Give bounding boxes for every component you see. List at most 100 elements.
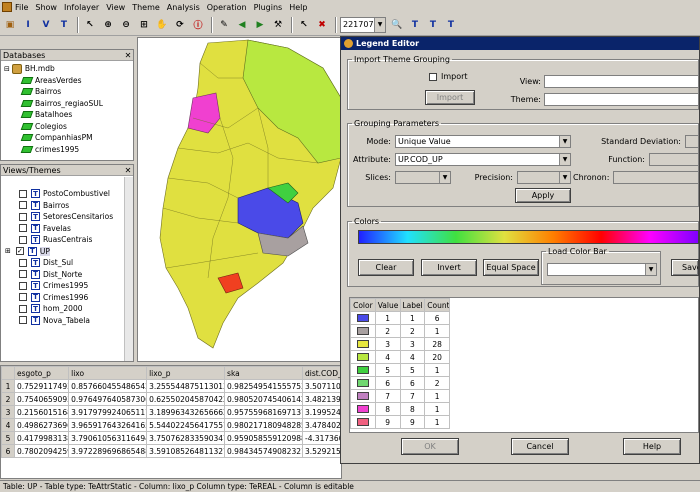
legend-value-cell[interactable]: 7	[374, 389, 401, 403]
tree-item-layer[interactable]: CompanhiasPM	[4, 132, 130, 144]
row-header[interactable]: 4	[1, 418, 15, 432]
legend-value-cell[interactable]: 8	[374, 402, 401, 416]
import-checkbox-row[interactable]: Import	[429, 72, 468, 81]
legend-column-header[interactable]: Color	[350, 298, 376, 312]
legend-color-cell[interactable]	[350, 376, 376, 390]
menu-infolayer[interactable]: Infolayer	[64, 3, 99, 12]
mode-select[interactable]: Unique Value ▼	[395, 135, 571, 148]
legend-count-cell[interactable]: 2	[424, 376, 450, 390]
legend-count-cell[interactable]: 1	[424, 324, 450, 338]
tree-item-root[interactable]: ⊟ BH.mdb	[4, 63, 130, 75]
function-field[interactable]	[649, 153, 699, 166]
table-row[interactable]: 5 0.4179983138 3.7906105631164945 3.7507628…	[1, 431, 341, 445]
legend-row[interactable]: 116	[350, 311, 450, 325]
table-cell[interactable]: 0.7529117493	[13, 379, 70, 393]
help-button[interactable]: Help	[623, 438, 681, 455]
legend-value-cell[interactable]: 6	[374, 376, 401, 390]
theme-checkbox[interactable]	[19, 293, 27, 302]
table-row[interactable]: 2 0.7540659093 0.976497640587306 0.62550204…	[1, 392, 341, 406]
tree-item-layer[interactable]: AreasVerdes	[4, 75, 130, 87]
theme-checkbox[interactable]	[19, 189, 27, 198]
view-field[interactable]	[544, 75, 699, 88]
table-cell[interactable]: 3.7906105631164945	[68, 431, 148, 445]
table-cell[interactable]: 0.976497640587306	[68, 392, 148, 406]
chevron-down-icon[interactable]: ▼	[374, 17, 385, 32]
legend-column-header[interactable]: Value	[374, 298, 401, 312]
zoom-area-icon[interactable]: ⊞	[136, 16, 152, 33]
legend-count-cell[interactable]: 1	[424, 402, 450, 416]
theme-item[interactable]: T Bairros	[19, 200, 130, 212]
theme-checkbox[interactable]	[19, 258, 27, 267]
menu-theme[interactable]: Theme	[132, 3, 160, 12]
import-button[interactable]: Import	[425, 90, 475, 105]
tree-item-layer[interactable]: Colegios	[4, 121, 130, 133]
select-icon[interactable]: ↖	[296, 16, 312, 33]
table-cell[interactable]: 0.7540659093	[13, 392, 70, 406]
table-cell[interactable]: 3.255544875113013	[146, 379, 226, 393]
tree-item-layer[interactable]: Bairros	[4, 86, 130, 98]
table-row[interactable]: 3 0.2156015168 3.917979924065117 3.18996343…	[1, 405, 341, 419]
zoom-out-icon[interactable]: ⊖	[118, 16, 134, 33]
theme-checkbox[interactable]	[19, 224, 27, 233]
table-cell[interactable]: 0.9805207454061425	[224, 392, 303, 406]
map-canvas[interactable]	[137, 37, 342, 362]
theme-field[interactable]	[544, 93, 699, 106]
legend-row[interactable]: 881	[350, 402, 450, 416]
invert-button[interactable]: Invert	[421, 259, 477, 276]
column-header[interactable]: esgoto_p	[13, 366, 70, 380]
legend-value-cell[interactable]: 3	[374, 337, 401, 351]
legend-row[interactable]: 4 4 20	[350, 350, 450, 364]
table-cell[interactable]: 3.4784029030760	[301, 418, 341, 432]
back-icon[interactable]: ◀	[234, 16, 250, 33]
legend-row[interactable]: 771	[350, 389, 450, 403]
row-header[interactable]: 5	[1, 431, 15, 445]
text-edit-icon[interactable]: T	[425, 16, 441, 33]
legend-value-cell[interactable]: 1	[374, 311, 401, 325]
legend-label-cell[interactable]: 1	[399, 311, 426, 325]
theme-checkbox[interactable]	[19, 235, 27, 244]
load-color-bar-select[interactable]: ▼	[547, 263, 657, 276]
legend-color-cell[interactable]	[350, 311, 376, 325]
color-swatch[interactable]	[356, 392, 369, 400]
close-icon[interactable]: ✕	[123, 166, 133, 175]
theme-checkbox[interactable]	[19, 316, 27, 325]
column-header[interactable]: ska	[224, 366, 303, 380]
table-cell[interactable]: 5.5440224564175571	[146, 418, 226, 432]
theme-checkbox[interactable]	[19, 281, 27, 290]
table-cell[interactable]: 0.4986273696	[13, 418, 70, 432]
color-swatch[interactable]	[356, 379, 369, 387]
legend-label-cell[interactable]: 7	[399, 389, 426, 403]
pointer-icon[interactable]: ↖	[82, 16, 98, 33]
legend-color-cell[interactable]	[350, 350, 376, 364]
legend-count-cell[interactable]: 1	[424, 363, 450, 377]
table-cell[interactable]: 0.857660455486542	[68, 379, 148, 393]
zoom-in-icon[interactable]: ⊕	[100, 16, 116, 33]
column-header[interactable]: lixo	[68, 366, 148, 380]
text-tool-icon[interactable]: T	[407, 16, 423, 33]
theme-checkbox[interactable]	[19, 270, 27, 279]
chevron-down-icon[interactable]: ▼	[559, 154, 570, 165]
table-cell[interactable]: 0.2156015168	[13, 405, 70, 419]
search-icon[interactable]: 🔍	[389, 16, 405, 33]
table-cell[interactable]: 0.9825495415557535	[224, 379, 303, 393]
theme-item[interactable]: T Dist_Norte	[19, 269, 130, 281]
color-swatch[interactable]	[356, 340, 369, 348]
table-cell[interactable]: 3.5910852648113270	[146, 444, 226, 458]
legend-value-cell[interactable]: 5	[374, 363, 401, 377]
attribute-select[interactable]: UP.COD_UP ▼	[395, 153, 571, 166]
legend-color-cell[interactable]	[350, 389, 376, 403]
chevron-down-icon[interactable]: ▼	[559, 172, 570, 183]
theme-checkbox[interactable]	[19, 212, 27, 221]
equal-space-button[interactable]: Equal Space	[483, 259, 539, 276]
chronon-field[interactable]	[613, 171, 699, 184]
menu-help[interactable]: Help	[289, 3, 307, 12]
tree-item-layer[interactable]: Batalhoes	[4, 109, 130, 121]
legend-color-cell[interactable]	[350, 402, 376, 416]
legend-label-cell[interactable]: 2	[399, 324, 426, 338]
legend-count-cell[interactable]: 28	[424, 337, 450, 351]
scale-combo[interactable]: 221707 ▼	[340, 16, 386, 33]
legend-color-cell[interactable]	[350, 324, 376, 338]
legend-row[interactable]: 221	[350, 324, 450, 338]
color-swatch[interactable]	[356, 353, 369, 361]
legend-color-cell[interactable]	[350, 415, 376, 429]
